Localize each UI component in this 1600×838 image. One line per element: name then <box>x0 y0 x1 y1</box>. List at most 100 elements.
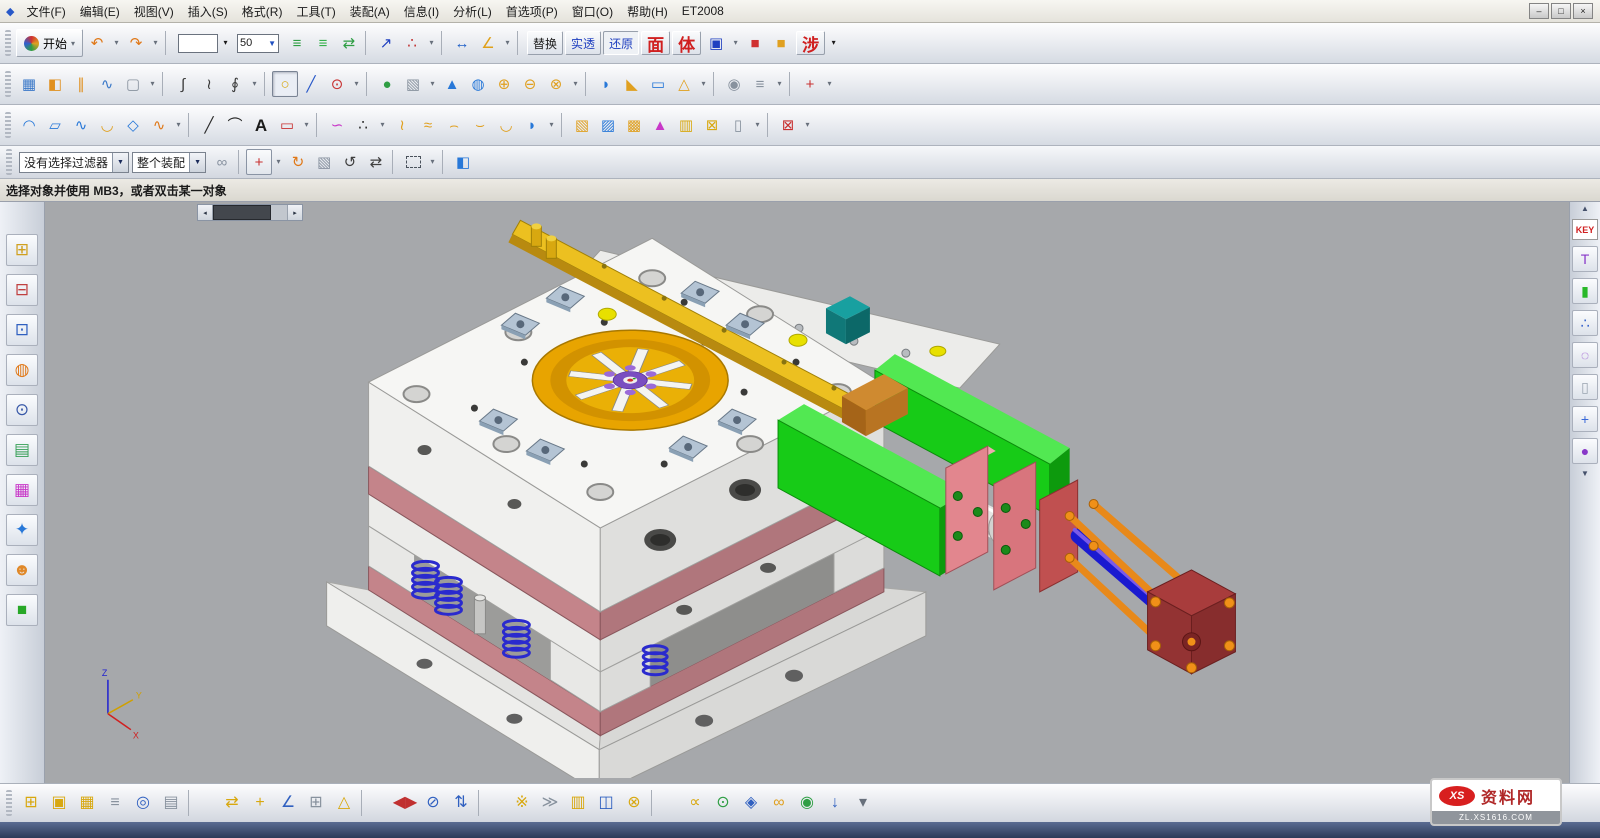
product-interface-icon[interactable]: ⊙ <box>709 789 737 817</box>
translucent-button[interactable]: 实透 <box>565 31 601 55</box>
interference-check-icon[interactable]: ⊗ <box>620 789 648 817</box>
studio-spline-icon[interactable]: ∽ <box>324 112 350 138</box>
copy-display-icon[interactable]: ▣ <box>703 30 729 56</box>
dropdown-caret[interactable]: ▾ <box>569 71 582 97</box>
sketch-icon[interactable]: ▦ <box>16 71 42 97</box>
dropdown-caret[interactable]: ▾ <box>425 30 438 56</box>
assembly-navigator-icon[interactable]: ⊞ <box>6 234 38 266</box>
scroll-up-button[interactable]: ▲ <box>1581 205 1589 213</box>
constraint-navigator-icon[interactable]: ⊟ <box>6 274 38 306</box>
link-chain-icon[interactable]: ∞ <box>765 789 793 817</box>
layer-settings-icon[interactable]: ≡ <box>284 30 310 56</box>
block-primitive-icon[interactable]: ▧ <box>400 71 426 97</box>
she-display-button[interactable]: 涉 <box>796 31 825 55</box>
intersection-curve-icon[interactable]: ⌣ <box>467 112 493 138</box>
part-navigator-icon[interactable]: ⊡ <box>6 314 38 346</box>
guide-post[interactable] <box>474 595 485 634</box>
reuse-library-icon[interactable]: ◍ <box>6 354 38 386</box>
scroll-track[interactable] <box>271 205 287 220</box>
start-button[interactable]: 开始 ▾ <box>16 29 83 57</box>
dropdown-caret[interactable]: ▾ <box>823 71 836 97</box>
dropdown-caret[interactable]: ▾ <box>751 112 764 138</box>
dropdown-caret[interactable]: ▾ <box>146 71 159 97</box>
arc-tool-icon[interactable]: ⌒ <box>222 112 248 138</box>
suppress-feature-icon[interactable]: ⊠ <box>775 112 801 138</box>
viewport-hscrollbar[interactable]: ◂ ▸ <box>197 204 303 221</box>
scroll-right-button[interactable]: ▸ <box>287 205 302 220</box>
cross-tool-icon[interactable]: + <box>1572 406 1598 432</box>
move-face-icon[interactable]: ▧ <box>569 112 595 138</box>
chamfer-icon[interactable]: ◣ <box>619 71 645 97</box>
roles-icon[interactable]: ☻ <box>6 554 38 586</box>
datum-axis-icon[interactable]: ∥ <box>68 71 94 97</box>
sequence-icon[interactable]: ≫ <box>536 789 564 817</box>
pocket-icon[interactable]: ▢ <box>120 71 146 97</box>
ruled-surface-icon[interactable]: ▱ <box>42 112 68 138</box>
system-scene-icon[interactable]: ■ <box>6 594 38 626</box>
law-curve-icon[interactable]: ∮ <box>222 71 248 97</box>
hole-icon[interactable]: ◉ <box>721 71 747 97</box>
dropdown-caret[interactable]: ▾ <box>501 30 514 56</box>
cup-tool-icon[interactable]: ▯ <box>1572 374 1598 400</box>
minimize-button[interactable]: – <box>1529 3 1549 19</box>
line-style-select[interactable] <box>178 34 218 53</box>
spline-icon[interactable]: ∫ <box>170 71 196 97</box>
unite-icon[interactable]: ⊕ <box>491 71 517 97</box>
new-parent-icon[interactable]: ⊞ <box>302 789 330 817</box>
mirror-assembly-icon[interactable]: ◀▶ <box>391 789 419 817</box>
new-component-icon[interactable]: ▣ <box>45 789 73 817</box>
toolbar-grip[interactable] <box>6 790 12 816</box>
dropdown-caret[interactable]: ▾ <box>248 71 261 97</box>
green-stack-icon[interactable]: ▮ <box>1572 278 1598 304</box>
shell-icon[interactable]: ▭ <box>645 71 671 97</box>
measure-distance-icon[interactable]: ↔ <box>449 30 475 56</box>
offset-surface-icon[interactable]: ∿ <box>146 112 172 138</box>
add-component-icon[interactable]: ⊞ <box>17 789 45 817</box>
bounded-plane-icon[interactable]: ◡ <box>94 112 120 138</box>
rotary-insert-disc[interactable] <box>532 330 728 430</box>
dropdown-caret[interactable]: ▾ <box>272 149 285 175</box>
app-icon[interactable]: ◆ <box>6 5 14 18</box>
redo-icon[interactable]: ↷ <box>123 30 149 56</box>
shaded-block-icon[interactable]: ▧ <box>311 149 337 175</box>
pattern-component-icon[interactable]: ▦ <box>73 789 101 817</box>
vector-constructor-icon[interactable]: ↗ <box>373 30 399 56</box>
offset-curve-icon[interactable]: ≀ <box>389 112 415 138</box>
toolbar-grip[interactable] <box>6 149 12 175</box>
gold-cube-icon[interactable]: ■ <box>768 30 794 56</box>
materials-icon[interactable]: ▦ <box>6 474 38 506</box>
dropdown-caret[interactable]: ▾ <box>801 112 814 138</box>
undo-icon[interactable]: ↶ <box>84 30 110 56</box>
find-component-icon[interactable]: ◎ <box>129 789 157 817</box>
close-button[interactable]: × <box>1573 3 1593 19</box>
shaded-view-icon[interactable]: ◧ <box>450 149 476 175</box>
edit-suppression-icon[interactable]: ⇅ <box>447 789 475 817</box>
edge-blend-icon[interactable]: ◗ <box>593 71 619 97</box>
toolbar-grip[interactable] <box>5 71 11 97</box>
rotate-view-icon[interactable]: ↻ <box>285 149 311 175</box>
history-icon[interactable]: ⊙ <box>6 394 38 426</box>
snap-point-icon[interactable]: + <box>246 149 272 175</box>
orbit-3d-icon[interactable]: ↺ <box>337 149 363 175</box>
dropdown-caret[interactable]: ▾ <box>376 112 389 138</box>
delete-face-icon[interactable]: ⊠ <box>699 112 725 138</box>
graphics-viewport[interactable]: ◂ ▸ <box>45 202 1569 783</box>
line-tool-icon[interactable]: ╱ <box>196 112 222 138</box>
exploded-view-icon[interactable]: ※ <box>508 789 536 817</box>
selection-scope-select[interactable]: 整个装配 ▼ <box>132 152 206 173</box>
point-set-icon[interactable]: ∴ <box>350 112 376 138</box>
dropdown-caret[interactable]: ▾ <box>110 30 123 56</box>
n-sided-surface-icon[interactable]: ◇ <box>120 112 146 138</box>
promote-body-icon[interactable]: △ <box>330 789 358 817</box>
point-constructor-icon[interactable]: ∴ <box>399 30 425 56</box>
layer-category-icon[interactable]: ≡ <box>310 30 336 56</box>
face-display-button[interactable]: 面 <box>641 31 670 55</box>
circle-feature-icon[interactable]: ⊙ <box>324 71 350 97</box>
visualization-icon[interactable]: ✦ <box>6 514 38 546</box>
dotted-sphere-icon[interactable]: ◌ <box>1572 342 1598 368</box>
extrude-icon[interactable]: ▲ <box>439 71 465 97</box>
3d-model-canvas[interactable]: Z Y X <box>45 202 1569 778</box>
toolbar-grip[interactable] <box>5 112 11 138</box>
restore-display-button[interactable]: 还原 <box>603 31 639 55</box>
move-component-icon[interactable]: + <box>246 789 274 817</box>
